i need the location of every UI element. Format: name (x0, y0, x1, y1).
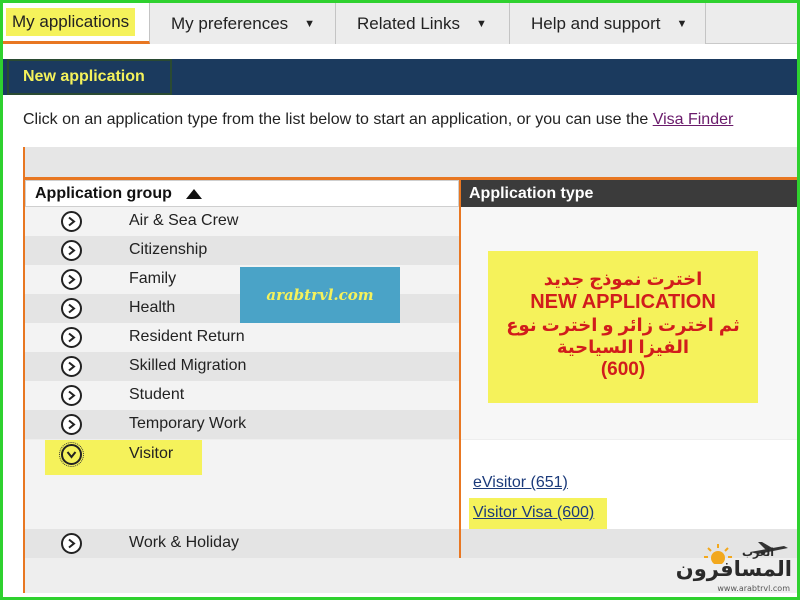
tab-help-and-support[interactable]: Help and support ▼ (510, 3, 706, 44)
expand-chevron-icon[interactable] (61, 356, 82, 377)
expand-chevron-icon[interactable] (61, 211, 82, 232)
group-label[interactable]: Student (129, 386, 184, 404)
group-label[interactable]: Citizenship (129, 241, 207, 259)
visa-finder-link[interactable]: Visa Finder (653, 111, 734, 128)
intro-text: Click on an application type from the li… (23, 111, 733, 129)
expand-chevron-icon[interactable] (61, 298, 82, 319)
tab-label: My preferences (171, 13, 289, 33)
type-cell (461, 410, 797, 439)
intro-sentence: Click on an application type from the li… (23, 111, 649, 128)
tab-label: My applications (6, 8, 136, 36)
column-divider (459, 180, 461, 558)
expand-chevron-icon[interactable] (61, 327, 82, 348)
evisitor-651-link[interactable]: eVisitor (651) (473, 474, 568, 492)
callout-line: NEW APPLICATION (530, 291, 716, 313)
table-row: Air & Sea Crew (25, 207, 797, 236)
table-row-visitor-expanded: Visitor eVisitor (651) Visitor Visa (600… (25, 440, 797, 530)
column-header-label: Application type (469, 184, 594, 202)
group-label[interactable]: Family (129, 270, 176, 288)
group-label[interactable]: Resident Return (129, 328, 245, 346)
column-header-label: Application group (35, 184, 172, 202)
expand-chevron-icon[interactable] (61, 414, 82, 435)
type-cell (461, 207, 797, 236)
tab-label: Related Links (357, 13, 461, 33)
collapse-chevron-icon[interactable] (59, 442, 84, 467)
dropdown-caret-icon: ▼ (476, 17, 487, 30)
group-label[interactable]: Visitor (129, 445, 173, 463)
watermark-label: arabtrvl.com (240, 267, 400, 323)
callout-line: الفيزا السياحية (556, 337, 690, 357)
column-header-application-type: Application type (461, 180, 797, 207)
expand-chevron-icon[interactable] (61, 385, 82, 406)
tab-related-links[interactable]: Related Links ▼ (336, 3, 510, 44)
callout-line: ثم اخترت زائر و اخترت نوع (506, 315, 740, 335)
sort-ascending-icon[interactable] (185, 188, 202, 199)
logo-url: www.arabtrvl.com (717, 584, 790, 593)
logo-title: المسافرون (675, 557, 792, 581)
column-header-application-group[interactable]: Application group (25, 180, 459, 207)
top-nav: My applications My preferences ▼ Related… (3, 3, 797, 44)
table-row: Temporary Work (25, 410, 797, 439)
group-label[interactable]: Temporary Work (129, 415, 246, 433)
visitor-type-list: eVisitor (651) Visitor Visa (600) (461, 440, 797, 530)
tab-my-applications[interactable]: My applications (3, 3, 150, 44)
dropdown-caret-icon: ▼ (676, 17, 688, 30)
callout-line: (600) (600, 359, 646, 380)
table-row: Work & Holiday (25, 529, 797, 558)
dropdown-caret-icon: ▼ (304, 17, 316, 30)
callout-line: اخترت نموذج جديد (543, 269, 703, 289)
expand-chevron-icon[interactable] (61, 269, 82, 290)
panel-top-bar (25, 147, 797, 180)
group-label[interactable]: Skilled Migration (129, 357, 246, 375)
expand-chevron-icon[interactable] (61, 533, 82, 554)
group-label[interactable]: Air & Sea Crew (129, 212, 238, 230)
tab-label: Help and support (531, 13, 661, 33)
tab-my-preferences[interactable]: My preferences ▼ (150, 3, 336, 44)
group-label[interactable]: Health (129, 299, 175, 317)
annotation-callout: اخترت نموذج جديد NEW APPLICATION ثم اختر… (488, 251, 758, 403)
page-title: New application (7, 59, 172, 95)
expand-chevron-icon[interactable] (61, 240, 82, 261)
site-logo: العرب المسافرون www.arabtrvl.com (676, 540, 796, 596)
page-header-bar: New application (3, 59, 797, 95)
visitor-visa-600-link[interactable]: Visitor Visa (600) (473, 504, 594, 522)
group-label[interactable]: Work & Holiday (129, 534, 239, 552)
